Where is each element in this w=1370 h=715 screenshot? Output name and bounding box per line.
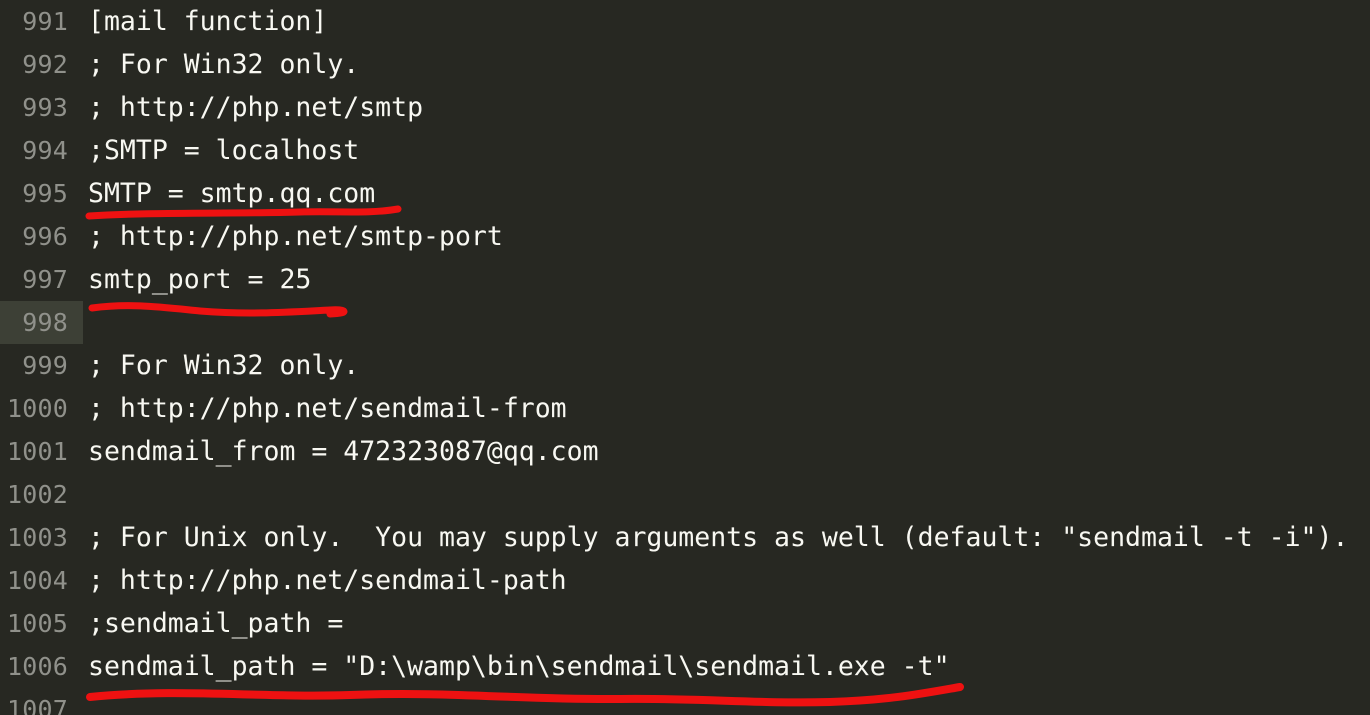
code-line-text[interactable]: sendmail_from = 472323087@qq.com <box>88 430 599 473</box>
code-line-text[interactable]: ; http://php.net/sendmail-path <box>88 559 567 602</box>
code-line-row[interactable]: 992 ; For Win32 only. <box>0 43 1370 86</box>
line-number-label: 1006 <box>6 652 68 681</box>
code-lines-container[interactable]: 991 [mail function] 992; For Win32 only. 99… <box>0 0 1370 715</box>
code-line-row[interactable]: 1001 sendmail_from = 472323087@qq.com <box>0 430 1370 473</box>
line-number-gutter-cell[interactable]: 997 <box>0 258 83 301</box>
line-number-label: 997 <box>22 265 68 294</box>
line-number-gutter-cell[interactable]: 999 <box>0 344 83 387</box>
code-line-row[interactable]: 991 [mail function] <box>0 0 1370 43</box>
code-line-row[interactable]: 996 ; http://php.net/smtp-port <box>0 215 1370 258</box>
code-line-row[interactable]: 1004 ; http://php.net/sendmail-path <box>0 559 1370 602</box>
line-number-gutter-cell[interactable]: 994 <box>0 129 83 172</box>
code-line-row[interactable]: 1006 sendmail_path = "D:\wamp\bin\sendmai… <box>0 645 1370 688</box>
line-number-gutter-cell[interactable]: 995 <box>0 172 83 215</box>
code-line-text[interactable]: ; http://php.net/smtp <box>88 86 423 129</box>
line-number-gutter-cell[interactable]: 1005 <box>0 602 83 645</box>
line-number-gutter-cell[interactable]: 1004 <box>0 559 83 602</box>
code-line-text[interactable]: ;SMTP = localhost <box>88 129 359 172</box>
code-line-row[interactable]: 1000 ; http://php.net/sendmail-from <box>0 387 1370 430</box>
line-number-gutter-cell[interactable]: 1001 <box>0 430 83 473</box>
line-number-gutter-cell[interactable]: 1006 <box>0 645 83 688</box>
code-line-row[interactable]: 1002 <box>0 473 1370 516</box>
line-number-gutter-cell[interactable]: 996 <box>0 215 83 258</box>
line-number-label: 991 <box>22 7 68 36</box>
code-line-row[interactable]: 997 smtp_port = 25 <box>0 258 1370 301</box>
line-number-label: 1004 <box>6 566 68 595</box>
line-number-label: 992 <box>22 50 68 79</box>
code-line-text[interactable]: sendmail_path = "D:\wamp\bin\sendmail\se… <box>88 645 950 688</box>
line-number-label: 1000 <box>6 394 68 423</box>
line-number-label: 998 <box>22 308 68 337</box>
code-line-text[interactable]: SMTP = smtp.qq.com <box>88 172 375 215</box>
code-line-row[interactable]: 995 SMTP = smtp.qq.com <box>0 172 1370 215</box>
code-line-text[interactable]: ; http://php.net/sendmail-from <box>88 387 567 430</box>
code-line-row[interactable]: 999 ; For Win32 only. <box>0 344 1370 387</box>
code-line-row[interactable]: 993 ; http://php.net/smtp <box>0 86 1370 129</box>
code-line-text[interactable]: ; For Win32 only. <box>88 344 359 387</box>
line-number-gutter-cell[interactable]: 998 <box>0 301 83 344</box>
code-line-text[interactable]: [mail function] <box>88 0 327 43</box>
code-line-row[interactable]: 1003 ; For Unix only. You may supply argu… <box>0 516 1370 559</box>
line-number-label: 993 <box>22 93 68 122</box>
line-number-label: 1002 <box>6 480 68 509</box>
code-line-text[interactable]: ; For Win32 only. <box>88 43 359 86</box>
line-number-label: 1005 <box>6 609 68 638</box>
line-number-gutter-cell[interactable]: 991 <box>0 0 83 43</box>
code-line-text[interactable]: ;sendmail_path = <box>88 602 359 645</box>
code-editor-view[interactable]: 991 [mail function] 992; For Win32 only. 99… <box>0 0 1370 715</box>
code-line-text[interactable]: smtp_port = 25 <box>88 258 311 301</box>
line-number-gutter-cell[interactable]: 1003 <box>0 516 83 559</box>
code-line-row[interactable]: 998 <box>0 301 1370 344</box>
line-number-label: 1007 <box>6 695 68 715</box>
line-number-label: 999 <box>22 351 68 380</box>
line-number-label: 995 <box>22 179 68 208</box>
code-line-text[interactable]: ; http://php.net/smtp-port <box>88 215 503 258</box>
code-line-row[interactable]: 994 ;SMTP = localhost <box>0 129 1370 172</box>
code-line-row[interactable]: 1007 <box>0 688 1370 715</box>
code-line-row[interactable]: 1005 ;sendmail_path = <box>0 602 1370 645</box>
line-number-label: 1003 <box>6 523 68 552</box>
line-number-label: 996 <box>22 222 68 251</box>
code-line-text[interactable]: ; For Unix only. You may supply argument… <box>88 516 1348 559</box>
line-number-label: 994 <box>22 136 68 165</box>
line-number-gutter-cell[interactable]: 1002 <box>0 473 83 516</box>
line-number-gutter-cell[interactable]: 1000 <box>0 387 83 430</box>
line-number-gutter-cell[interactable]: 992 <box>0 43 83 86</box>
line-number-label: 1001 <box>6 437 68 466</box>
line-number-gutter-cell[interactable]: 1007 <box>0 688 83 715</box>
line-number-gutter-cell[interactable]: 993 <box>0 86 83 129</box>
